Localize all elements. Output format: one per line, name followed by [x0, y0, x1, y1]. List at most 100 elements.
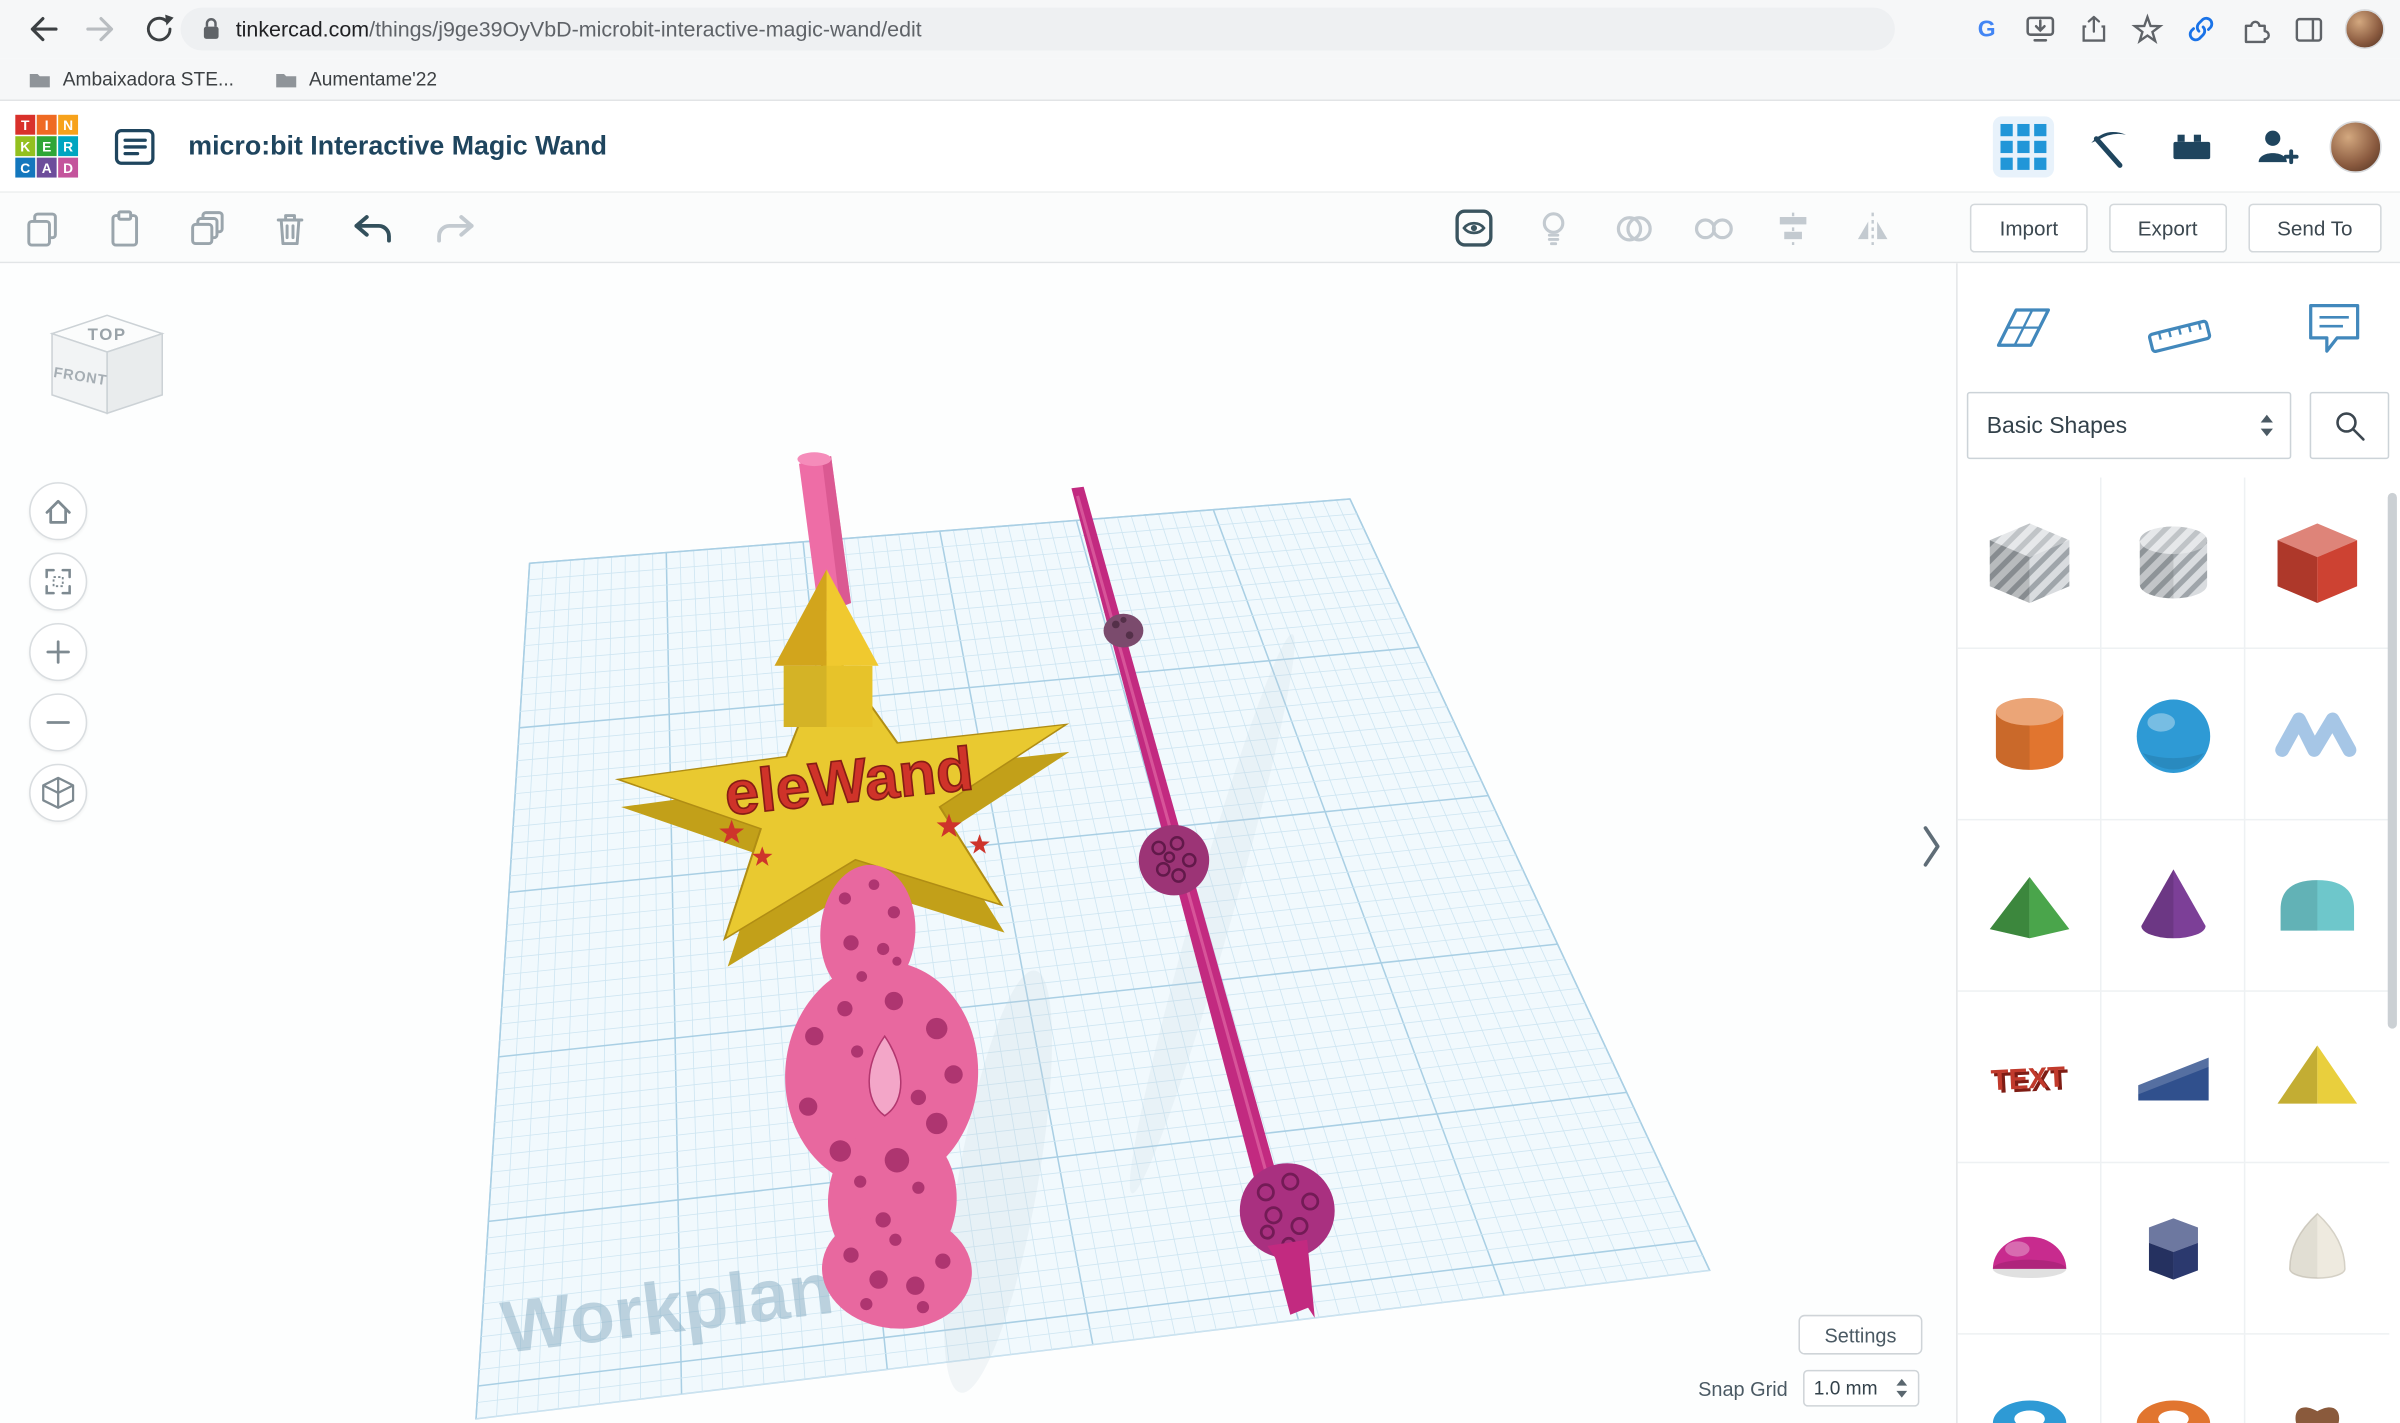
ruler-tool-icon[interactable]	[2144, 294, 2214, 364]
logo-tile: D	[58, 157, 79, 178]
stepper-icon	[1896, 1378, 1908, 1398]
shape-cone[interactable]	[2101, 820, 2246, 992]
back-icon[interactable]	[21, 8, 64, 51]
zoom-out-button[interactable]	[29, 693, 88, 752]
shape-cylinder[interactable]	[1957, 648, 2102, 821]
forward-icon[interactable]	[80, 8, 123, 51]
shape-half-sphere[interactable]	[1957, 1163, 2102, 1335]
shapes-grid: TEXT TEXT	[1957, 477, 2400, 1423]
export-button[interactable]: Export	[2108, 203, 2227, 253]
design-title[interactable]: micro:bit Interactive Magic Wand	[188, 130, 607, 162]
shape-box-hole[interactable]	[1957, 477, 2102, 649]
text-icon: TEXTTEXT	[1989, 1061, 2068, 1100]
sidebar-icon[interactable]	[2291, 12, 2325, 46]
pyramid-icon	[2277, 1044, 2358, 1103]
shape-box[interactable]	[2245, 478, 2390, 649]
panel-scrollbar[interactable]	[2387, 492, 2397, 1029]
notes-tool-icon[interactable]	[2299, 294, 2369, 364]
scribble-icon	[2275, 711, 2357, 757]
svg-text:G: G	[1978, 16, 1996, 42]
svg-text:TEXT: TEXT	[1989, 1061, 2065, 1097]
design-menu-icon[interactable]	[112, 123, 158, 169]
url-bar[interactable]: tinkercad.com/things/j9ge39OyVbD-microbi…	[180, 7, 1895, 51]
snap-grid-control: Snap Grid 1.0 mm	[1698, 1369, 1920, 1407]
workplane-tool-icon[interactable]	[1988, 294, 2058, 364]
shape-heart[interactable]	[2245, 1335, 2389, 1423]
redo-icon[interactable]	[432, 205, 478, 251]
bookmark-folder-1[interactable]: Ambaixadora STE...	[28, 68, 234, 90]
delete-icon[interactable]	[266, 205, 312, 251]
cone-icon	[2140, 868, 2205, 938]
zoom-in-button[interactable]	[29, 622, 88, 682]
pickaxe-icon[interactable]	[2077, 116, 2138, 177]
shape-text[interactable]: TEXT TEXT	[1957, 991, 2102, 1164]
ungroup-icon[interactable]	[1690, 205, 1736, 251]
logo-tile: I	[36, 114, 57, 135]
shape-scribble[interactable]	[2245, 649, 2390, 821]
shapes-panel: Basic Shapes TEXT TEXT	[1956, 263, 2400, 1423]
logo-tile: E	[36, 136, 57, 157]
shape-cylinder-hole[interactable]	[2101, 477, 2246, 649]
3d-scene[interactable]: Workplane eleWand TOP FRONT	[0, 263, 1956, 1423]
import-button[interactable]: Import	[1970, 203, 2088, 253]
undo-icon[interactable]	[349, 205, 395, 251]
view-cube[interactable]: TOP FRONT	[49, 314, 165, 415]
logo-tile: C	[15, 157, 36, 178]
copy-icon[interactable]	[18, 205, 64, 251]
shape-tube[interactable]	[2102, 1334, 2246, 1423]
shape-pyramid[interactable]	[2245, 992, 2390, 1164]
logo-tile: A	[36, 157, 57, 178]
logo-tile: N	[58, 114, 79, 135]
install-icon[interactable]	[2023, 12, 2057, 46]
send-to-button[interactable]: Send To	[2247, 203, 2382, 253]
fit-view-button[interactable]	[29, 552, 88, 611]
paste-icon[interactable]	[101, 205, 147, 251]
action-toolbar: Import Export Send To	[0, 192, 2400, 264]
invite-icon[interactable]	[2245, 116, 2306, 177]
apps-grid-icon[interactable]	[1992, 116, 2055, 178]
show-all-icon[interactable]	[1451, 205, 1497, 251]
shape-round-roof[interactable]	[2245, 820, 2390, 992]
folder-icon	[29, 73, 50, 87]
duplicate-icon[interactable]	[184, 205, 230, 251]
shape-torus[interactable]	[1958, 1334, 2102, 1423]
bookmarks-bar: Ambaixadora STE... Aumentame'22	[0, 58, 2400, 102]
bookmark-folder-2[interactable]: Aumentame'22	[274, 68, 437, 90]
torus-icon	[1992, 1399, 2066, 1423]
light-icon[interactable]	[1531, 205, 1577, 251]
group-icon[interactable]	[1610, 205, 1656, 251]
reload-icon[interactable]	[138, 8, 181, 51]
shape-polygon[interactable]	[2101, 1163, 2246, 1335]
tube-icon	[2135, 1399, 2210, 1423]
shape-sphere[interactable]	[2101, 648, 2246, 821]
shape-search-button[interactable]	[2309, 391, 2390, 460]
align-icon[interactable]	[1769, 205, 1815, 251]
viewport[interactable]: Workplane eleWand TOP FRONT Settings Sna…	[0, 263, 1957, 1423]
polygon-icon	[2148, 1217, 2198, 1279]
panel-collapse-handle[interactable]	[1919, 823, 1943, 877]
shape-wedge[interactable]	[2101, 991, 2246, 1164]
settings-button[interactable]: Settings	[1798, 1314, 1923, 1355]
mirror-icon[interactable]	[1849, 205, 1895, 251]
share-icon[interactable]	[2077, 12, 2111, 46]
google-icon[interactable]: G	[1970, 12, 2004, 46]
shape-paraboloid[interactable]	[2245, 1163, 2390, 1335]
link-icon[interactable]	[2184, 12, 2218, 46]
snap-grid-dropdown[interactable]: 1.0 mm	[1803, 1369, 1920, 1407]
sphere-icon	[2135, 698, 2210, 773]
extensions-icon[interactable]	[2238, 12, 2272, 46]
tinkercad-logo[interactable]: TIN KER CAD	[15, 114, 79, 178]
box-hole-icon	[1989, 522, 2069, 603]
brick-icon[interactable]	[2161, 116, 2222, 177]
logo-tile: T	[15, 114, 36, 135]
bookmark-star-icon[interactable]	[2131, 12, 2165, 46]
wedge-icon	[2137, 1056, 2208, 1100]
shape-category-dropdown[interactable]: Basic Shapes	[1966, 391, 2292, 460]
perspective-button[interactable]	[29, 763, 88, 822]
search-icon	[2336, 412, 2365, 441]
home-view-button[interactable]	[29, 482, 88, 541]
shape-roof[interactable]	[1957, 820, 2102, 992]
profile-avatar[interactable]	[2329, 120, 2382, 173]
browser-profile-avatar[interactable]	[2344, 9, 2385, 49]
round-roof-icon	[2280, 879, 2355, 930]
